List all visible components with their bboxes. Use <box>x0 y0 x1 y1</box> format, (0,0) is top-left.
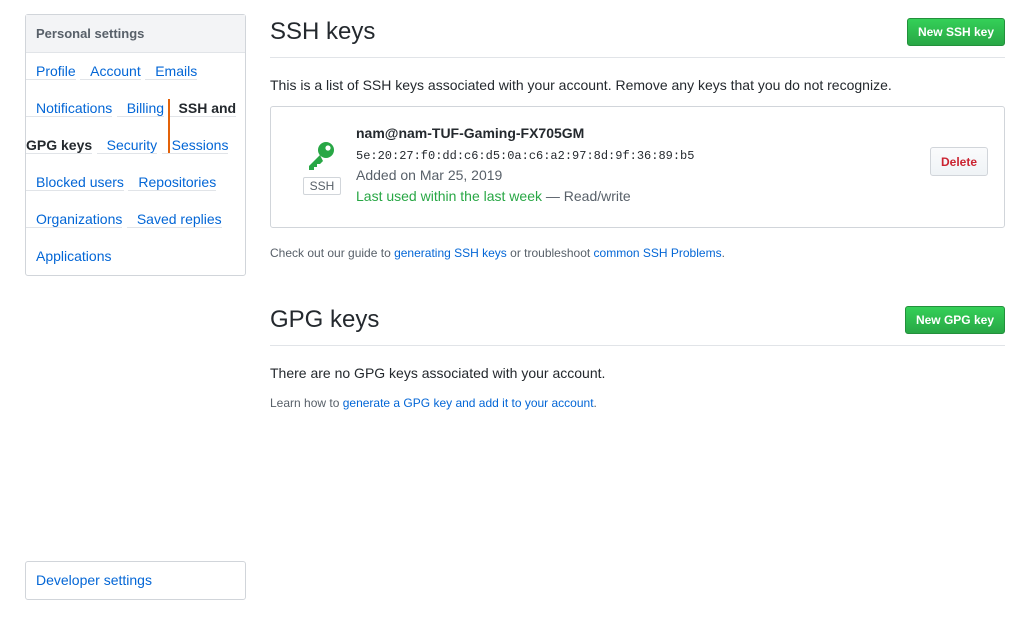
ssh-key-title: nam@nam-TUF-Gaming-FX705GM <box>356 125 585 141</box>
ssh-key-added-date: Added on Mar 25, 2019 <box>356 167 503 183</box>
last-used-text: Last used within the last week <box>356 188 542 204</box>
common-ssh-problems-link[interactable]: common SSH Problems <box>594 246 722 260</box>
gpg-learn-note: Learn how to generate a GPG key and add … <box>270 396 597 410</box>
sidebar-item-security[interactable]: Security <box>96 137 158 154</box>
key-icon <box>309 142 334 170</box>
ssh-key-item: SSH nam@nam-TUF-Gaming-FX705GM 5e:20:27:… <box>270 106 1005 228</box>
new-ssh-key-button[interactable]: New SSH key <box>906 18 1005 46</box>
sidebar-item-blocked-users[interactable]: Blocked users <box>26 174 124 191</box>
new-gpg-key-button[interactable]: New GPG key <box>904 306 1005 334</box>
generating-ssh-keys-link[interactable]: generating SSH keys <box>394 246 507 260</box>
generate-gpg-key-link[interactable]: generate a GPG key and add it to your ac… <box>343 396 594 410</box>
sidebar-item-developer-settings[interactable]: Developer settings <box>26 572 152 588</box>
developer-settings-menu: Developer settings <box>25 561 246 600</box>
guide-suffix-text: . <box>721 246 725 260</box>
sidebar-item-repositories[interactable]: Repositories <box>128 174 217 191</box>
ssh-key-last-used: Last used within the last week — Read/wr… <box>356 188 631 204</box>
ssh-guide-note: Check out our guide to generating SSH ke… <box>270 246 725 260</box>
gpg-keys-header: GPG keys New GPG key <box>270 300 1005 346</box>
sidebar-item-sessions[interactable]: Sessions <box>161 137 229 154</box>
ssh-keys-description: This is a list of SSH keys associated wi… <box>270 77 892 93</box>
access-level-text: — Read/write <box>542 188 631 204</box>
ssh-type-label: SSH <box>303 177 341 195</box>
sidebar-item-profile[interactable]: Profile <box>26 63 76 80</box>
guide-middle-text: or troubleshoot <box>506 246 594 260</box>
ssh-keys-title: SSH keys <box>270 18 376 45</box>
sidebar-heading: Personal settings <box>26 15 245 53</box>
ssh-key-fingerprint: 5e:20:27:f0:dd:c6:d5:0a:c6:a2:97:8d:9f:3… <box>356 149 695 163</box>
settings-sidebar: Personal settings Profile Account Emails… <box>25 14 246 276</box>
learn-suffix-text: . <box>593 396 597 410</box>
sidebar-item-saved-replies[interactable]: Saved replies <box>126 211 222 228</box>
learn-prefix-text: Learn how to <box>270 396 343 410</box>
sidebar-item-notifications[interactable]: Notifications <box>26 100 113 117</box>
delete-ssh-key-button[interactable]: Delete <box>930 147 988 176</box>
guide-prefix-text: Check out our guide to <box>270 246 395 260</box>
sidebar-item-emails[interactable]: Emails <box>145 63 198 80</box>
gpg-empty-text: There are no GPG keys associated with yo… <box>270 365 606 381</box>
sidebar-item-organizations[interactable]: Organizations <box>26 211 123 228</box>
sidebar-item-applications[interactable]: Applications <box>26 248 112 264</box>
sidebar-item-account[interactable]: Account <box>80 63 141 80</box>
ssh-keys-header: SSH keys New SSH key <box>270 12 1005 58</box>
gpg-keys-title: GPG keys <box>270 306 380 333</box>
sidebar-item-billing[interactable]: Billing <box>116 100 165 117</box>
